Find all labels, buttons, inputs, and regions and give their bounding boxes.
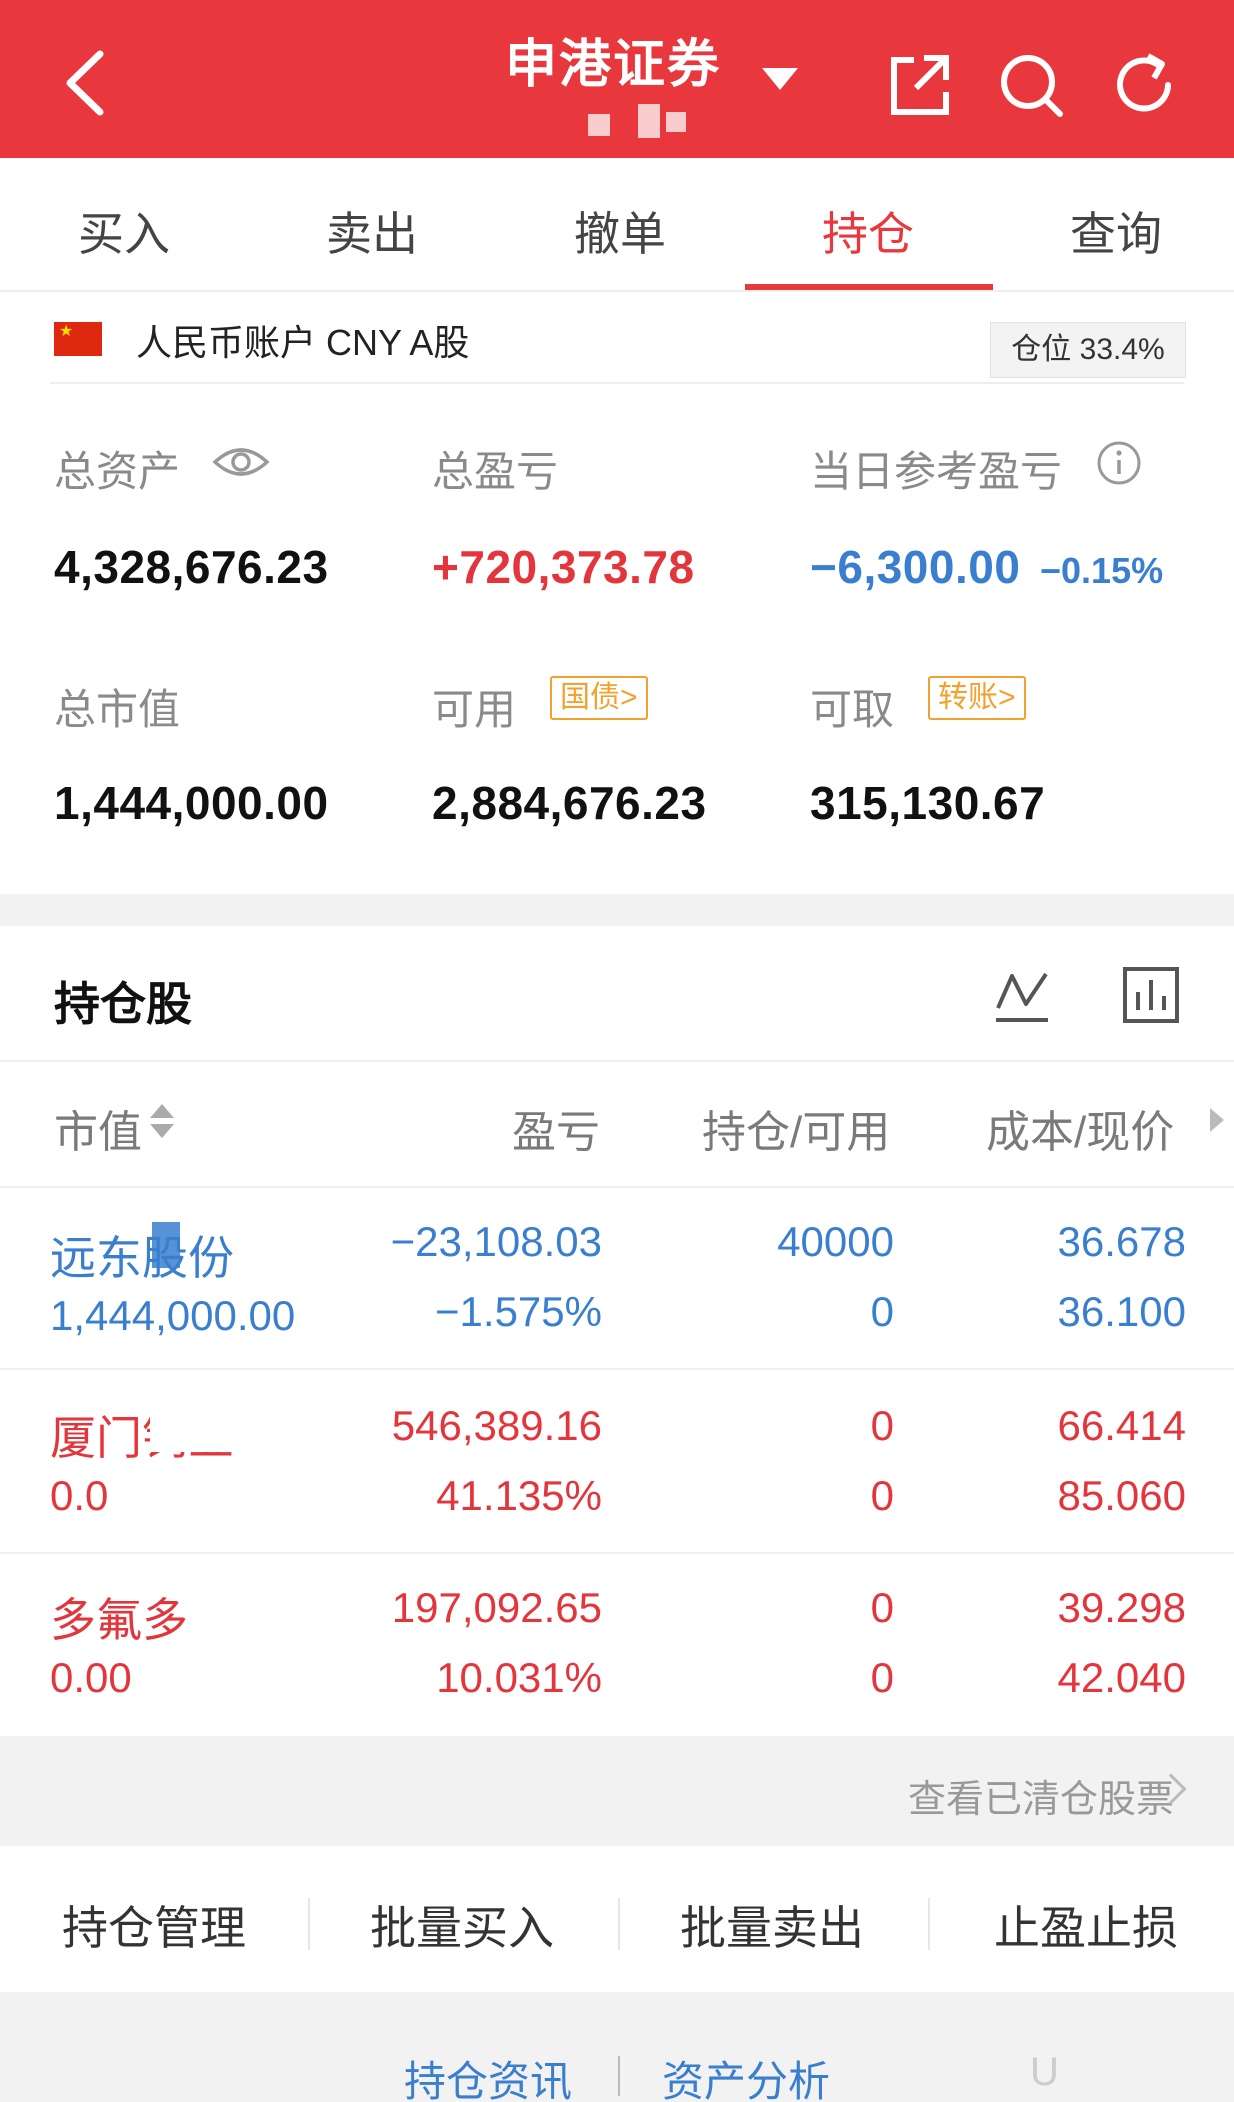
search-icon[interactable] xyxy=(996,50,1066,120)
watermark: U xyxy=(1030,2050,1059,2094)
holding-price: 85.060 xyxy=(1057,1472,1186,1519)
bond-tag-button[interactable]: 国债> xyxy=(550,676,648,720)
holding-cost: 39.298 xyxy=(1057,1584,1186,1631)
holding-position: 0 xyxy=(870,1584,894,1631)
back-arrow-icon[interactable] xyxy=(58,48,118,118)
holding-pnl-percent: 41.135% xyxy=(436,1472,602,1519)
holding-market-value: 1,444,000.00 xyxy=(50,1292,296,1339)
active-tab-indicator xyxy=(745,284,993,290)
divider xyxy=(618,1898,620,1950)
holding-cost: 66.414 xyxy=(1057,1402,1186,1449)
table-row[interactable]: 远东股份 1,444,000.00 −23,108.03 −1.575% 400… xyxy=(0,1188,1234,1370)
holding-news-link[interactable]: 持仓资讯 xyxy=(404,2048,572,2102)
eye-icon[interactable] xyxy=(212,444,270,480)
holding-pnl-percent: −1.575% xyxy=(435,1288,602,1335)
holding-position: 0 xyxy=(870,1402,894,1449)
holding-pnl-percent: 10.031% xyxy=(436,1654,602,1701)
table-row[interactable]: 多氟多 0.00 197,092.65 10.031% 0 0 39.298 4… xyxy=(0,1556,1234,1738)
holding-pnl: 197,092.65 xyxy=(391,1584,602,1631)
holding-price: 42.040 xyxy=(1057,1654,1186,1701)
divider xyxy=(308,1898,310,1950)
redaction-mark xyxy=(110,1472,150,1522)
withdrawable-label: 可取 xyxy=(810,686,895,733)
batch-buy-button[interactable]: 批量买入 xyxy=(322,1892,602,1958)
table-row[interactable]: 厦门钨业 0.00 546,389.16 41.135% 0 0 66.414 … xyxy=(0,1372,1234,1554)
tab-query[interactable]: 查询 xyxy=(1026,198,1206,264)
tab-buy[interactable]: 买入 xyxy=(34,198,214,264)
position-ratio-badge: 仓位 33.4% xyxy=(990,322,1186,378)
bar-chart-icon[interactable] xyxy=(1122,966,1180,1024)
account-label: 人民币账户 CNY A股 xyxy=(136,322,470,363)
total-assets-label: 总资产 xyxy=(54,448,181,495)
app-header: 申港证券 xyxy=(0,0,1234,158)
holding-available: 0 xyxy=(870,1472,894,1519)
share-icon[interactable] xyxy=(884,50,954,120)
china-flag-icon: ★ xyxy=(54,322,102,356)
daily-pnl-percent: −0.15% xyxy=(1040,550,1164,591)
chevron-down-icon[interactable] xyxy=(762,68,798,90)
batch-sell-button[interactable]: 批量卖出 xyxy=(632,1892,912,1958)
divider xyxy=(618,2056,620,2096)
column-position-available: 持仓/可用 xyxy=(702,1108,891,1157)
chevron-right-icon[interactable] xyxy=(1210,1108,1224,1132)
stock-name: 远东股份 xyxy=(50,1232,234,1284)
action-bar: 持仓管理 批量买入 批量卖出 止盈止损 xyxy=(0,1846,1234,1992)
asset-analysis-link[interactable]: 资产分析 xyxy=(662,2048,830,2102)
divider xyxy=(50,382,1184,384)
redaction-mark xyxy=(152,1222,180,1268)
withdrawable-value: 315,130.67 xyxy=(810,777,1046,829)
line-chart-icon[interactable] xyxy=(994,968,1050,1024)
stock-name: 多氟多 xyxy=(50,1594,188,1646)
redaction-mark xyxy=(150,1400,260,1452)
available-value: 2,884,676.23 xyxy=(432,777,707,829)
holding-position: 40000 xyxy=(777,1218,894,1265)
take-profit-stop-loss-button[interactable]: 止盈止损 xyxy=(946,1892,1226,1958)
account-id-masked xyxy=(588,104,688,138)
position-management-button[interactable]: 持仓管理 xyxy=(14,1892,294,1958)
info-icon[interactable] xyxy=(1096,440,1142,486)
total-pnl-value: +720,373.78 xyxy=(432,541,695,593)
refresh-icon[interactable] xyxy=(1110,50,1180,120)
daily-pnl-label: 当日参考盈亏 xyxy=(810,448,1063,495)
column-pnl: 盈亏 xyxy=(512,1108,600,1157)
divider xyxy=(928,1898,930,1950)
tab-cancel[interactable]: 撤单 xyxy=(530,198,710,264)
account-row[interactable]: ★ 人民币账户 CNY A股 仓位 33.4% xyxy=(0,292,1234,384)
sort-icon[interactable] xyxy=(150,1102,174,1142)
total-pnl-label: 总盈亏 xyxy=(432,448,559,495)
market-value-value: 1,444,000.00 xyxy=(54,777,329,829)
holding-available: 0 xyxy=(870,1654,894,1701)
trade-tabs: 买入 卖出 撤单 持仓 查询 xyxy=(0,158,1234,292)
holding-pnl: 546,389.16 xyxy=(391,1402,602,1449)
market-value-label: 总市值 xyxy=(54,686,181,733)
available-label: 可用 xyxy=(432,686,517,733)
section-gap xyxy=(0,894,1234,926)
column-market-value[interactable]: 市值 xyxy=(54,1096,142,1160)
daily-pnl-value: −6,300.00 xyxy=(810,541,1021,593)
holding-cost: 36.678 xyxy=(1057,1218,1186,1265)
transfer-tag-button[interactable]: 转账> xyxy=(928,676,1026,720)
column-cost-price: 成本/现价 xyxy=(986,1108,1175,1157)
tab-positions[interactable]: 持仓 xyxy=(778,198,958,264)
holding-market-value: 0.00 xyxy=(50,1654,132,1701)
holding-available: 0 xyxy=(870,1288,894,1335)
total-assets-value: 4,328,676.23 xyxy=(54,541,329,593)
broker-title[interactable]: 申港证券 xyxy=(505,22,721,97)
view-cleared-stocks-link[interactable]: 查看已清仓股票 xyxy=(908,1768,1174,1823)
holding-pnl: −23,108.03 xyxy=(390,1218,602,1265)
holdings-title: 持仓股 xyxy=(54,978,192,1030)
divider xyxy=(0,1060,1234,1062)
tab-sell[interactable]: 卖出 xyxy=(282,198,462,264)
holding-price: 36.100 xyxy=(1057,1288,1186,1335)
